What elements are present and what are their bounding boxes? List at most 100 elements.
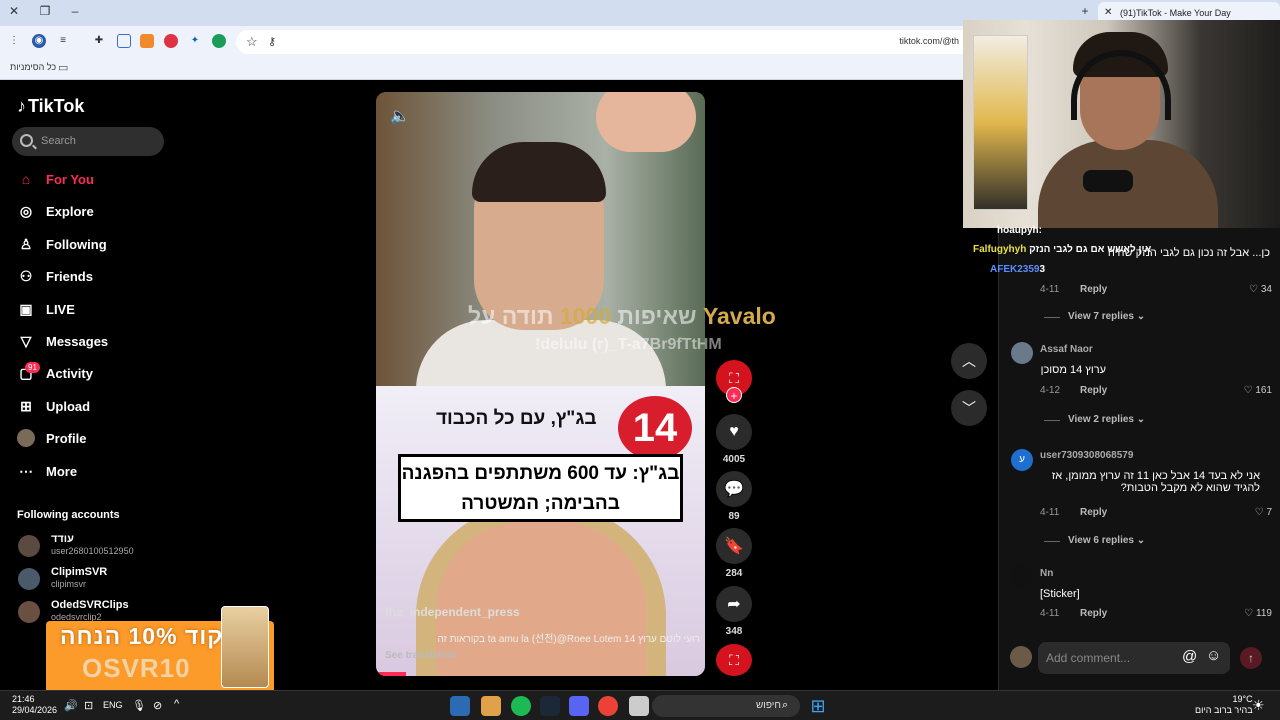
see-translation-link[interactable]: See translation — [385, 650, 457, 661]
following-account[interactable]: עודד user2680100512950 — [18, 533, 168, 561]
taskbar-search[interactable]: חיפוש ⌕ — [652, 695, 800, 717]
following-account[interactable]: ClipimSVR clipimsvr — [18, 566, 168, 594]
emoji-icon[interactable]: ☺ — [1206, 647, 1221, 664]
overlay-thanks: תודה על — [468, 303, 554, 329]
comment-like[interactable]: ♡ 7 — [1255, 507, 1272, 518]
taskbar-app-icon[interactable] — [450, 696, 470, 716]
avatar[interactable]: ע — [1011, 449, 1033, 471]
video-player[interactable]: 🔈 בג"ץ, עם כל הכבוד 14 בג"ץ: עד 600 משתת… — [376, 92, 705, 676]
windows-start-icon[interactable]: ⊞ — [808, 696, 828, 716]
speaker-icon[interactable]: 🔊 — [64, 699, 78, 712]
minimize-window-icon[interactable]: – — [66, 4, 84, 18]
nav-live[interactable]: ▣ LIVE — [17, 298, 75, 320]
save-button[interactable]: 🔖 284 — [716, 528, 752, 579]
view-replies-label: View 6 replies — [1068, 535, 1134, 546]
address-bar[interactable]: ☆ ⚷ tiktok.com/@th — [236, 30, 963, 54]
nav-explore[interactable]: ◎ Explore — [17, 200, 94, 222]
extension-icon[interactable] — [164, 34, 178, 48]
view-replies-button[interactable]: View 7 replies ⌄ — [1043, 311, 1145, 322]
reply-button[interactable]: Reply — [1080, 284, 1107, 295]
send-comment-button[interactable]: ↑ — [1240, 647, 1262, 669]
extension-icon[interactable] — [117, 34, 131, 48]
chrome-icon[interactable] — [598, 696, 618, 716]
tiktok-note-icon: ♪ — [17, 96, 26, 116]
add-comment-input[interactable]: Add comment... @ ☺ — [1038, 642, 1230, 674]
video-progress-bar[interactable] — [376, 672, 406, 676]
mic-icon[interactable]: 🎙 — [132, 699, 146, 712]
comment-like[interactable]: ♡ 34 — [1249, 284, 1272, 295]
tiktok-logo[interactable]: ♪ TikTok — [17, 96, 84, 117]
nav-friends[interactable]: ⚇ Friends — [17, 265, 93, 287]
reply-button[interactable]: Reply — [1080, 608, 1107, 619]
extension-icon[interactable] — [140, 34, 154, 48]
comment-button[interactable]: 💬 89 — [716, 471, 752, 522]
comment-like[interactable]: ♡ 119 — [1244, 608, 1272, 619]
comment-author[interactable]: user7309308068579 — [1040, 450, 1133, 461]
search-input[interactable]: Search — [12, 127, 164, 156]
comment-like-count: 119 — [1256, 608, 1272, 619]
all-bookmarks-label[interactable]: כל הסימניות — [10, 62, 56, 72]
menu-dots-icon[interactable]: ⋮ — [7, 34, 21, 48]
taskbar-app-icon[interactable] — [481, 696, 501, 716]
comment-author[interactable]: Assaf Naor — [1040, 344, 1093, 355]
nav-for-you[interactable]: ⌂ For You — [17, 168, 94, 190]
add-comment-placeholder: Add comment... — [1046, 651, 1131, 665]
language-indicator[interactable]: ENG — [103, 700, 123, 710]
avatar — [18, 568, 40, 590]
clock[interactable]: 21:46 29/04/2026 — [12, 694, 57, 716]
like-button[interactable]: ♥ 4005 — [716, 414, 752, 465]
share-icon: ➦ — [716, 586, 752, 622]
key-icon[interactable]: ⚷ — [268, 35, 276, 48]
channel-14-logo: 14 — [618, 396, 692, 460]
search-icon: ⌕ — [782, 699, 789, 711]
video-author[interactable]: the_independent_press — [385, 605, 520, 619]
webcam-feed — [963, 20, 1280, 228]
extensions-icon[interactable]: ✚ — [92, 34, 106, 48]
next-video-button[interactable]: ﹀ — [951, 390, 987, 426]
restore-window-icon[interactable]: ❐ — [36, 4, 54, 18]
view-replies-button[interactable]: View 6 replies ⌄ — [1043, 535, 1145, 546]
comment-text: [Sticker] — [1040, 588, 1080, 600]
close-window-icon[interactable]: ✕ — [5, 4, 23, 18]
nav-more[interactable]: ⋯ More — [17, 460, 77, 482]
wall-painting — [973, 35, 1028, 210]
new-tab-icon[interactable]: + — [1076, 4, 1094, 18]
save-count: 284 — [725, 568, 743, 579]
network-icon[interactable]: ⊡ — [84, 699, 93, 712]
nav-following[interactable]: ♙ Following — [17, 233, 107, 255]
nav-upload[interactable]: ⊞ Upload — [17, 395, 90, 417]
weather-text: בהיר ברוב היום — [1195, 705, 1253, 715]
mention-icon[interactable]: @ — [1182, 648, 1197, 665]
comment-text: אני לא בעד 14 אבל כאן 11 זה ערוץ ממומן, … — [1051, 470, 1260, 494]
extension-icon[interactable]: ✦ — [188, 34, 202, 48]
view-replies-button[interactable]: View 2 replies ⌄ — [1043, 414, 1145, 425]
spotify-icon[interactable] — [511, 696, 531, 716]
expand-button[interactable]: ⛶ — [716, 644, 752, 676]
comment-like[interactable]: ♡ 161 — [1244, 385, 1272, 396]
overlay-word: שאיפות — [617, 303, 697, 329]
comment-author[interactable]: Nn — [1040, 568, 1053, 579]
promo-discount-text: קוד 10% הנחה — [60, 623, 224, 649]
star-icon[interactable]: ☆ — [246, 34, 258, 50]
profile-icon[interactable]: ◉ — [32, 34, 46, 48]
extension-icon[interactable] — [212, 34, 226, 48]
steam-icon[interactable] — [540, 696, 560, 716]
reading-list-icon[interactable]: ≡ — [56, 34, 70, 48]
weather-widget[interactable]: 19°C בהיר ברוב היום — [1195, 694, 1253, 716]
tray-expand-icon[interactable]: ^ — [174, 698, 179, 710]
tab-close-icon[interactable]: ✕ — [1104, 7, 1112, 18]
discord-icon[interactable] — [569, 696, 589, 716]
avatar[interactable] — [1011, 342, 1033, 364]
reply-button[interactable]: Reply — [1080, 385, 1107, 396]
sun-icon: ☀ — [1252, 697, 1265, 713]
file-explorer-icon[interactable] — [629, 696, 649, 716]
nav-messages[interactable]: ▽ Messages — [17, 330, 109, 352]
volume-icon[interactable]: 🔈 — [390, 106, 410, 126]
follow-plus-button[interactable]: + — [726, 387, 742, 403]
notification-off-icon[interactable]: ⊘ — [153, 699, 162, 712]
avatar[interactable] — [1011, 565, 1033, 587]
previous-video-button[interactable]: ︿ — [951, 343, 987, 379]
nav-profile[interactable]: Profile — [17, 427, 86, 449]
share-button[interactable]: ➦ 348 — [716, 586, 752, 637]
reply-button[interactable]: Reply — [1080, 507, 1107, 518]
